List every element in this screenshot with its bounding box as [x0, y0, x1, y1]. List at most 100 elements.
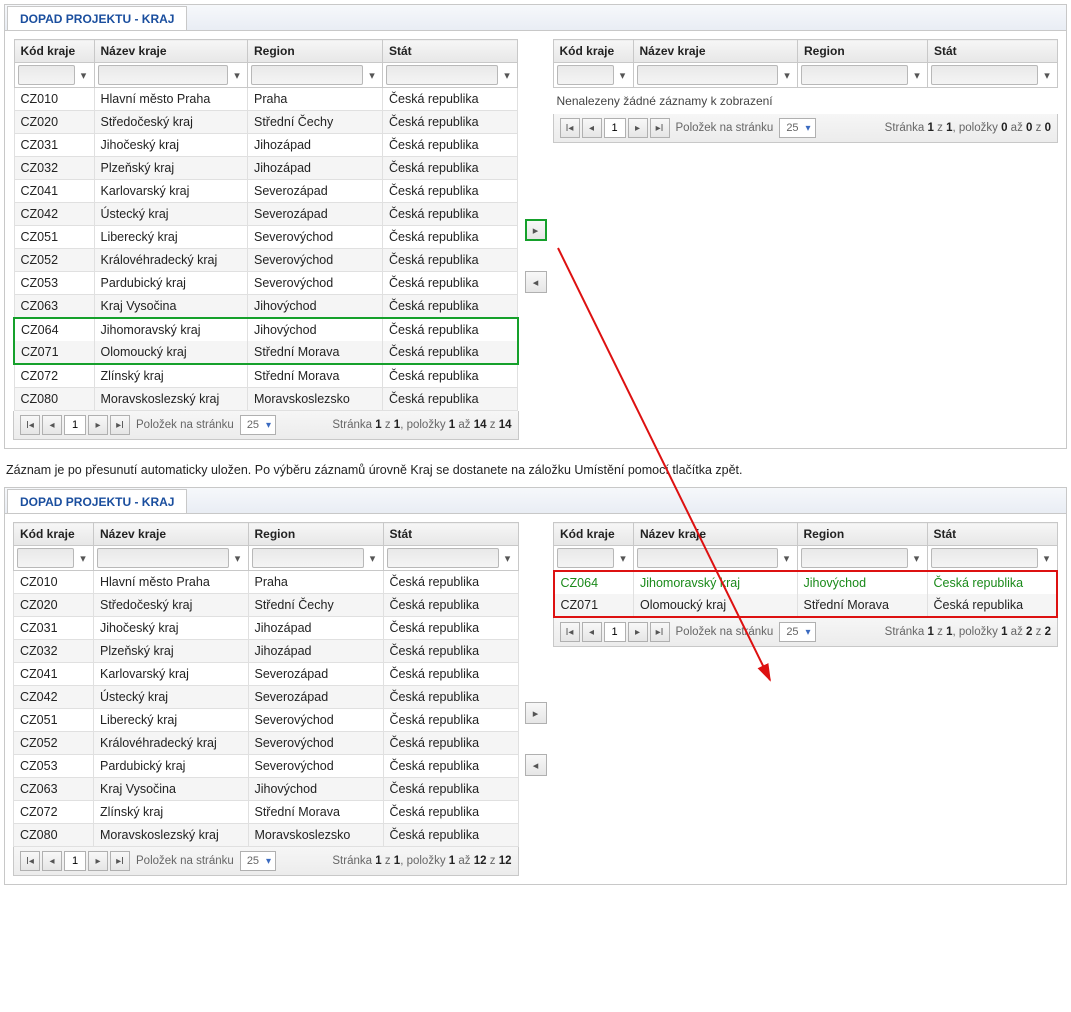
table-row[interactable]: CZ031Jihočeský krajJihozápadČeská republ… — [14, 617, 519, 640]
filter-code[interactable] — [18, 65, 75, 85]
filter-icon[interactable]: ▾ — [616, 65, 630, 85]
table-row[interactable]: CZ032Plzeňský krajJihozápadČeská republi… — [14, 640, 519, 663]
table-row[interactable]: CZ080Moravskoslezský krajMoravskoslezsko… — [14, 388, 518, 411]
table-row[interactable]: CZ063Kraj VysočinaJihovýchodČeská republ… — [14, 295, 518, 319]
filter-region[interactable] — [252, 548, 364, 568]
filter-icon[interactable]: ▾ — [366, 548, 380, 568]
table-row[interactable]: CZ063Kraj VysočinaJihovýchodČeská republ… — [14, 778, 519, 801]
col-code[interactable]: Kód kraje — [553, 40, 633, 63]
table-row[interactable]: CZ053Pardubický krajSeverovýchodČeská re… — [14, 272, 518, 295]
pager-last[interactable]: ▸I — [650, 118, 670, 138]
table-row[interactable]: CZ051Liberecký krajSeverovýchodČeská rep… — [14, 226, 518, 249]
pager-last[interactable]: ▸I — [110, 415, 130, 435]
pager-last[interactable]: ▸I — [650, 622, 670, 642]
pager-first[interactable]: I◂ — [20, 851, 40, 871]
pager-first[interactable]: I◂ — [20, 415, 40, 435]
pager-prev[interactable]: ◂ — [42, 851, 62, 871]
filter-region[interactable] — [801, 65, 908, 85]
table-row[interactable]: CZ071Olomoucký krajStřední MoravaČeská r… — [14, 341, 518, 364]
filter-icon[interactable]: ▾ — [76, 548, 90, 568]
filter-icon[interactable]: ▾ — [230, 65, 244, 85]
filter-icon[interactable]: ▾ — [910, 548, 924, 568]
pager-last[interactable]: ▸I — [110, 851, 130, 871]
filter-icon[interactable]: ▾ — [500, 65, 514, 85]
filter-name[interactable] — [637, 548, 778, 568]
filter-code[interactable] — [557, 548, 614, 568]
pager-prev[interactable]: ◂ — [582, 622, 602, 642]
col-state[interactable]: Stát — [927, 523, 1057, 546]
col-name[interactable]: Název kraje — [633, 40, 798, 63]
table-row[interactable]: CZ052Královéhradecký krajSeverovýchodČes… — [14, 732, 519, 755]
filter-code[interactable] — [17, 548, 74, 568]
filter-name[interactable] — [637, 65, 779, 85]
filter-icon[interactable]: ▾ — [365, 65, 379, 85]
pager-page-input[interactable] — [64, 851, 86, 871]
pager-next[interactable]: ▸ — [88, 415, 108, 435]
filter-state[interactable] — [387, 548, 499, 568]
col-state[interactable]: Stát — [383, 40, 518, 63]
table-row[interactable]: CZ020Středočeský krajStřední ČechyČeská … — [14, 594, 519, 617]
per-page-select[interactable]: 25 — [779, 622, 815, 642]
filter-name[interactable] — [98, 65, 229, 85]
table-row[interactable]: CZ053Pardubický krajSeverovýchodČeská re… — [14, 755, 519, 778]
filter-code[interactable] — [557, 65, 614, 85]
tab-dopad-projektu-kraj[interactable]: DOPAD PROJEKTU - KRAJ — [7, 6, 187, 30]
col-name[interactable]: Název kraje — [94, 40, 248, 63]
move-right-button[interactable]: ▸ — [525, 702, 547, 724]
pager-page-input[interactable] — [604, 118, 626, 138]
filter-icon[interactable]: ▾ — [1040, 65, 1054, 85]
table-row[interactable]: CZ010Hlavní město PrahaPrahaČeská republ… — [14, 571, 519, 594]
pager-page-input[interactable] — [604, 622, 626, 642]
table-row[interactable]: CZ080Moravskoslezský krajMoravskoslezsko… — [14, 824, 519, 847]
move-left-button[interactable]: ◂ — [525, 271, 547, 293]
filter-icon[interactable]: ▾ — [231, 548, 245, 568]
col-region[interactable]: Region — [248, 40, 383, 63]
pager-next[interactable]: ▸ — [88, 851, 108, 871]
per-page-select[interactable]: 25 — [240, 851, 276, 871]
table-row[interactable]: CZ064Jihomoravský krajJihovýchodČeská re… — [14, 318, 518, 341]
col-code[interactable]: Kód kraje — [14, 523, 94, 546]
filter-icon[interactable]: ▾ — [910, 65, 924, 85]
pager-first[interactable]: I◂ — [560, 622, 580, 642]
col-code[interactable]: Kód kraje — [14, 40, 94, 63]
table-row[interactable]: CZ010Hlavní město PrahaPrahaČeská republ… — [14, 88, 518, 111]
filter-region[interactable] — [251, 65, 363, 85]
pager-prev[interactable]: ◂ — [42, 415, 62, 435]
filter-icon[interactable]: ▾ — [501, 548, 515, 568]
table-row[interactable]: CZ072Zlínský krajStřední MoravaČeská rep… — [14, 801, 519, 824]
col-name[interactable]: Název kraje — [634, 523, 798, 546]
filter-state[interactable] — [386, 65, 498, 85]
pager-prev[interactable]: ◂ — [582, 118, 602, 138]
filter-icon[interactable]: ▾ — [1040, 548, 1054, 568]
table-row[interactable]: CZ031Jihočeský krajJihozápadČeská republ… — [14, 134, 518, 157]
tab-dopad-projektu-kraj[interactable]: DOPAD PROJEKTU - KRAJ — [7, 489, 187, 513]
table-row[interactable]: CZ064Jihomoravský krajJihovýchodČeská re… — [554, 571, 1058, 594]
col-code[interactable]: Kód kraje — [554, 523, 634, 546]
filter-icon[interactable]: ▾ — [616, 548, 630, 568]
filter-icon[interactable]: ▾ — [780, 65, 794, 85]
pager-first[interactable]: I◂ — [560, 118, 580, 138]
pager-next[interactable]: ▸ — [628, 118, 648, 138]
table-row[interactable]: CZ041Karlovarský krajSeverozápadČeská re… — [14, 180, 518, 203]
filter-icon[interactable]: ▾ — [780, 548, 794, 568]
filter-state[interactable] — [931, 548, 1038, 568]
col-state[interactable]: Stát — [928, 40, 1058, 63]
table-row[interactable]: CZ072Zlínský krajStřední MoravaČeská rep… — [14, 364, 518, 388]
col-state[interactable]: Stát — [383, 523, 518, 546]
per-page-select[interactable]: 25 — [240, 415, 276, 435]
table-row[interactable]: CZ032Plzeňský krajJihozápadČeská republi… — [14, 157, 518, 180]
move-right-button[interactable]: ▸ — [525, 219, 547, 241]
filter-icon[interactable]: ▾ — [77, 65, 91, 85]
move-left-button[interactable]: ◂ — [525, 754, 547, 776]
table-row[interactable]: CZ041Karlovarský krajSeverozápadČeská re… — [14, 663, 519, 686]
pager-page-input[interactable] — [64, 415, 86, 435]
table-row[interactable]: CZ051Liberecký krajSeverovýchodČeská rep… — [14, 709, 519, 732]
col-region[interactable]: Region — [248, 523, 383, 546]
filter-state[interactable] — [931, 65, 1038, 85]
pager-next[interactable]: ▸ — [628, 622, 648, 642]
table-row[interactable]: CZ071Olomoucký krajStřední MoravaČeská r… — [554, 594, 1058, 617]
filter-region[interactable] — [801, 548, 908, 568]
table-row[interactable]: CZ042Ústecký krajSeverozápadČeská republ… — [14, 203, 518, 226]
filter-name[interactable] — [97, 548, 229, 568]
table-row[interactable]: CZ020Středočeský krajStřední ČechyČeská … — [14, 111, 518, 134]
